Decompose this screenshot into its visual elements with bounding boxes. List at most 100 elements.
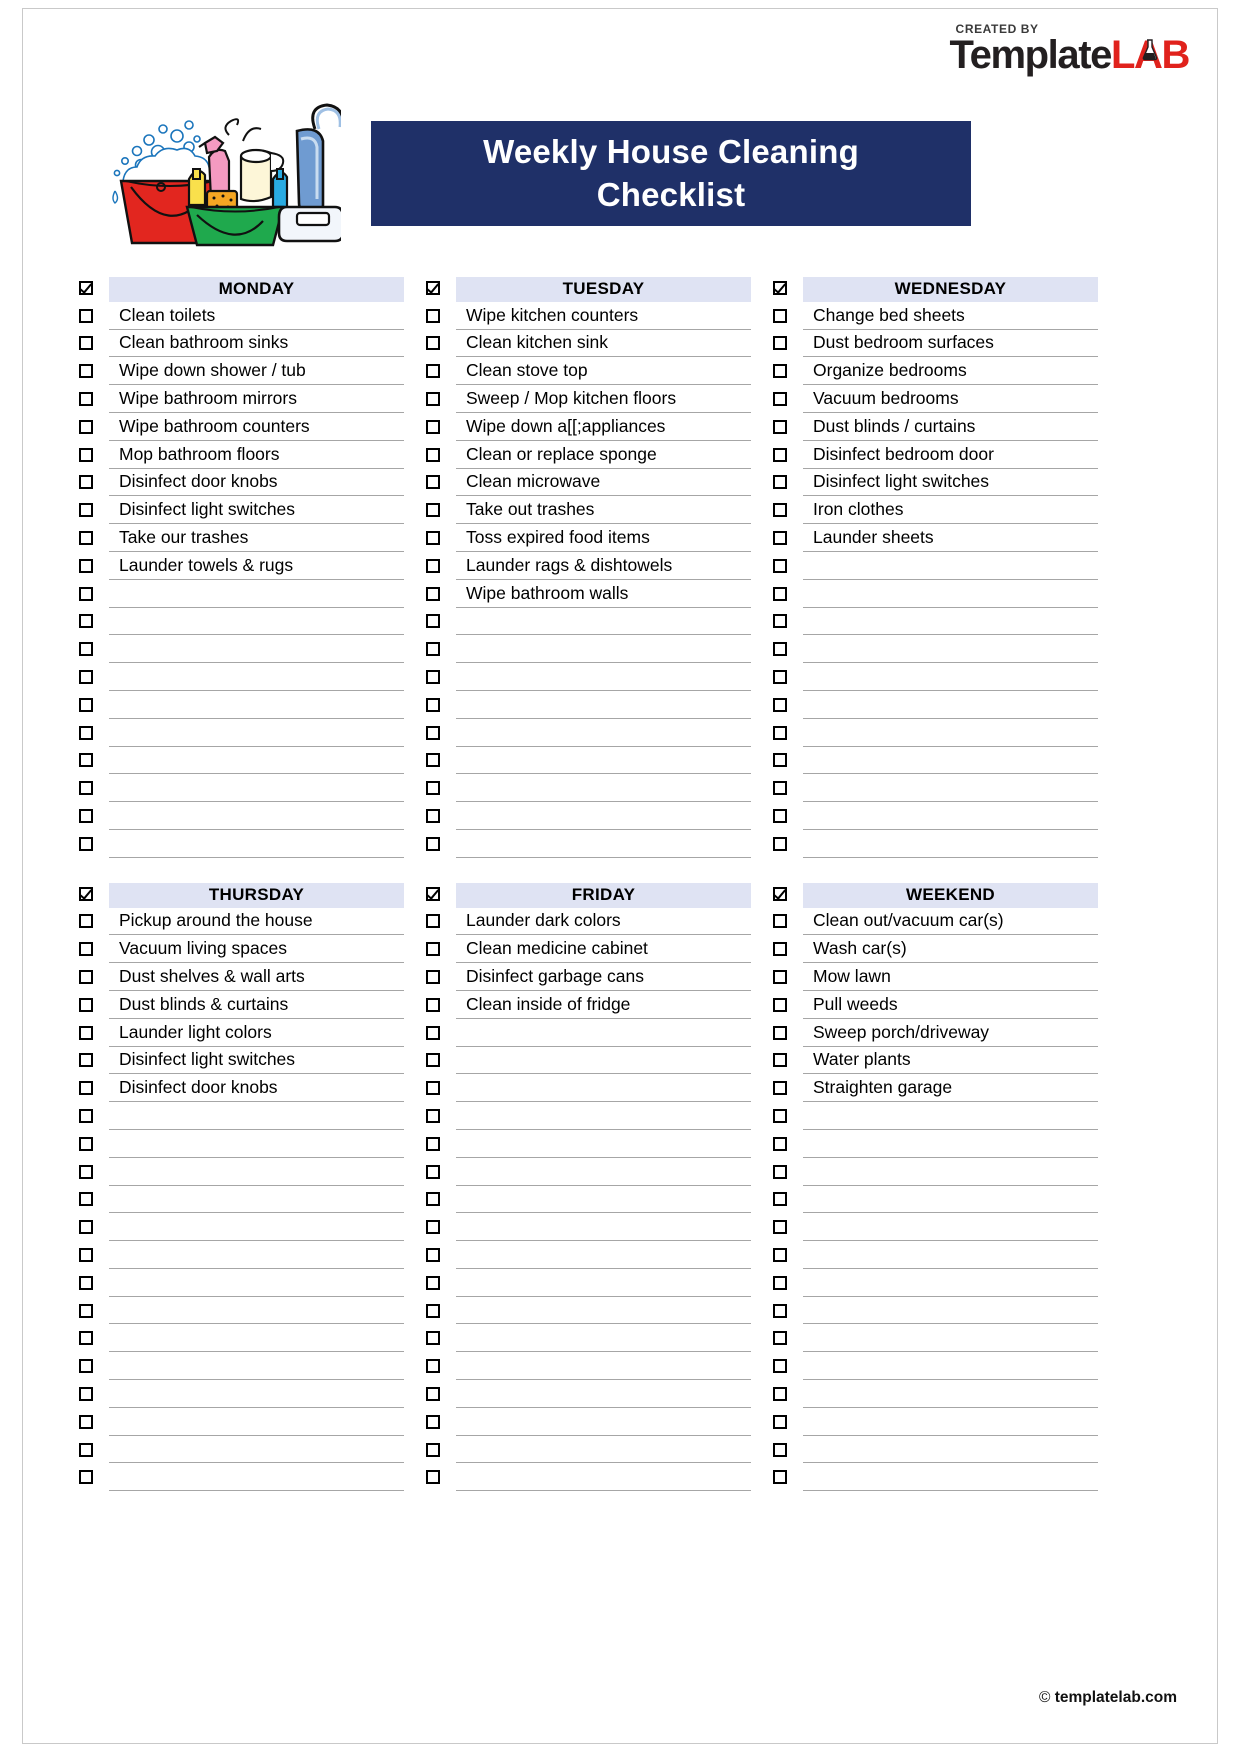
checkbox-header-thursday[interactable] — [79, 886, 93, 901]
blank-task-line[interactable] — [456, 1325, 751, 1353]
blank-task-line[interactable] — [803, 1325, 1098, 1353]
task-cell[interactable]: Dust bedroom surfaces — [803, 330, 1098, 358]
checkbox-weekend-12[interactable] — [773, 1220, 787, 1235]
checkbox-wednesday-18[interactable] — [773, 781, 787, 796]
blank-task-line[interactable] — [803, 580, 1098, 608]
checkbox-tuesday-8[interactable] — [426, 503, 440, 518]
checkbox-tuesday-7[interactable] — [426, 475, 440, 490]
checkbox-friday-14[interactable] — [426, 1275, 440, 1290]
checkbox-thursday-21[interactable] — [79, 1470, 93, 1485]
checkbox-monday-2[interactable] — [79, 336, 93, 351]
checkbox-thursday-17[interactable] — [79, 1359, 93, 1374]
checkbox-thursday-2[interactable] — [79, 942, 93, 957]
task-cell[interactable]: Clean inside of fridge — [456, 991, 751, 1019]
blank-task-line[interactable] — [803, 636, 1098, 664]
blank-task-line[interactable] — [109, 663, 404, 691]
blank-task-line[interactable] — [456, 1436, 751, 1464]
task-cell[interactable]: Dust blinds / curtains — [803, 413, 1098, 441]
task-cell[interactable]: Launder light colors — [109, 1019, 404, 1047]
blank-task-line[interactable] — [803, 691, 1098, 719]
checkbox-weekend-3[interactable] — [773, 970, 787, 985]
checkbox-weekend-6[interactable] — [773, 1053, 787, 1068]
blank-task-line[interactable] — [803, 608, 1098, 636]
checkbox-friday-12[interactable] — [426, 1220, 440, 1235]
blank-task-line[interactable] — [109, 775, 404, 803]
task-cell[interactable]: Wash car(s) — [803, 936, 1098, 964]
checkbox-weekend-2[interactable] — [773, 942, 787, 957]
checkbox-thursday-19[interactable] — [79, 1414, 93, 1429]
checkbox-weekend-9[interactable] — [773, 1136, 787, 1151]
blank-task-line[interactable] — [803, 663, 1098, 691]
checkbox-weekend-15[interactable] — [773, 1303, 787, 1318]
checkbox-tuesday-12[interactable] — [426, 614, 440, 629]
blank-task-line[interactable] — [803, 1130, 1098, 1158]
checkbox-monday-9[interactable] — [79, 531, 93, 546]
checkbox-wednesday-20[interactable] — [773, 836, 787, 851]
checkbox-tuesday-5[interactable] — [426, 419, 440, 434]
checkbox-thursday-10[interactable] — [79, 1164, 93, 1179]
checkbox-thursday-18[interactable] — [79, 1386, 93, 1401]
blank-task-line[interactable] — [456, 1214, 751, 1242]
blank-task-line[interactable] — [109, 1214, 404, 1242]
checkbox-tuesday-17[interactable] — [426, 753, 440, 768]
checkbox-monday-19[interactable] — [79, 809, 93, 824]
checkbox-thursday-4[interactable] — [79, 997, 93, 1012]
checkbox-wednesday-11[interactable] — [773, 586, 787, 601]
blank-task-line[interactable] — [803, 1158, 1098, 1186]
task-cell[interactable]: Organize bedrooms — [803, 358, 1098, 386]
blank-task-line[interactable] — [456, 830, 751, 858]
blank-task-line[interactable] — [803, 830, 1098, 858]
checkbox-thursday-14[interactable] — [79, 1275, 93, 1290]
checkbox-friday-4[interactable] — [426, 997, 440, 1012]
checkbox-weekend-16[interactable] — [773, 1331, 787, 1346]
blank-task-line[interactable] — [109, 1269, 404, 1297]
checkbox-header-weekend[interactable] — [773, 886, 787, 901]
checkbox-friday-11[interactable] — [426, 1192, 440, 1207]
blank-task-line[interactable] — [109, 1353, 404, 1381]
checkbox-monday-18[interactable] — [79, 781, 93, 796]
blank-task-line[interactable] — [109, 1241, 404, 1269]
task-cell[interactable]: Wipe kitchen counters — [456, 302, 751, 330]
checkbox-wednesday-5[interactable] — [773, 419, 787, 434]
checkbox-tuesday-10[interactable] — [426, 558, 440, 573]
checkbox-wednesday-1[interactable] — [773, 308, 787, 323]
checkbox-friday-20[interactable] — [426, 1442, 440, 1457]
checkbox-friday-3[interactable] — [426, 970, 440, 985]
checkbox-friday-8[interactable] — [426, 1109, 440, 1123]
task-cell[interactable]: Launder dark colors — [456, 908, 751, 936]
blank-task-line[interactable] — [109, 691, 404, 719]
checkbox-weekend-13[interactable] — [773, 1247, 787, 1262]
checkbox-monday-16[interactable] — [79, 725, 93, 740]
task-cell[interactable]: Wipe down a[[;appliances — [456, 413, 751, 441]
blank-task-line[interactable] — [456, 747, 751, 775]
checkbox-thursday-11[interactable] — [79, 1192, 93, 1207]
checkbox-wednesday-12[interactable] — [773, 614, 787, 629]
blank-task-line[interactable] — [109, 1436, 404, 1464]
task-cell[interactable]: Clean kitchen sink — [456, 330, 751, 358]
task-cell[interactable]: Launder sheets — [803, 524, 1098, 552]
blank-task-line[interactable] — [803, 1186, 1098, 1214]
checkbox-weekend-1[interactable] — [773, 914, 787, 929]
checkbox-wednesday-8[interactable] — [773, 503, 787, 518]
checkbox-thursday-5[interactable] — [79, 1025, 93, 1040]
checkbox-monday-17[interactable] — [79, 753, 93, 768]
task-cell[interactable]: Clean medicine cabinet — [456, 936, 751, 964]
checkbox-friday-9[interactable] — [426, 1136, 440, 1151]
checkbox-friday-6[interactable] — [426, 1053, 440, 1068]
checkbox-monday-12[interactable] — [79, 614, 93, 629]
checkbox-friday-15[interactable] — [426, 1303, 440, 1318]
task-cell[interactable]: Disinfect light switches — [109, 1047, 404, 1075]
checkbox-friday-16[interactable] — [426, 1331, 440, 1346]
blank-task-line[interactable] — [456, 691, 751, 719]
checkbox-monday-1[interactable] — [79, 308, 93, 323]
checkbox-tuesday-14[interactable] — [426, 670, 440, 685]
task-cell[interactable]: Disinfect door knobs — [109, 1075, 404, 1103]
blank-task-line[interactable] — [109, 1102, 404, 1130]
checkbox-wednesday-14[interactable] — [773, 670, 787, 685]
checkbox-thursday-1[interactable] — [79, 914, 93, 929]
checkbox-tuesday-2[interactable] — [426, 336, 440, 351]
task-cell[interactable]: Wipe down shower / tub — [109, 358, 404, 386]
task-cell[interactable]: Clean or replace sponge — [456, 441, 751, 469]
blank-task-line[interactable] — [456, 1047, 751, 1075]
task-cell[interactable]: Vacuum living spaces — [109, 936, 404, 964]
